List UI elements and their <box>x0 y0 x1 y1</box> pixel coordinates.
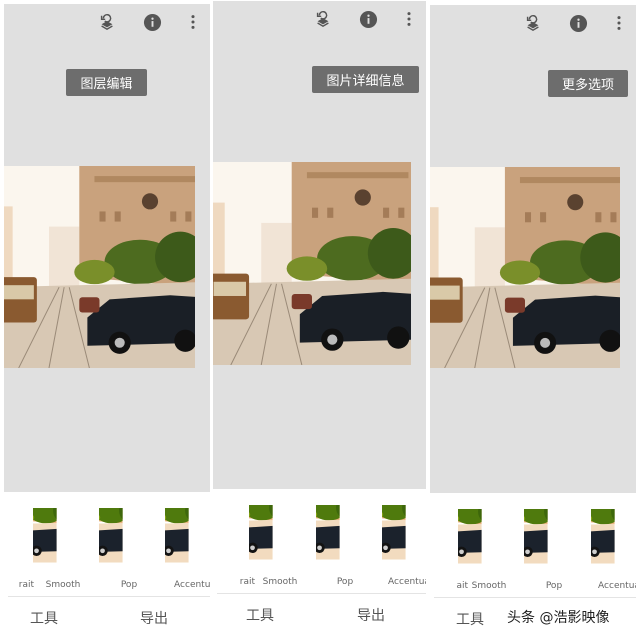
more-vert-icon[interactable] <box>182 11 204 33</box>
filter-thumbnail[interactable] <box>165 508 210 570</box>
edited-photo <box>213 162 411 365</box>
filter-thumbnail[interactable] <box>99 508 158 570</box>
filter-strip[interactable]: raitSmoothPopAccentua <box>213 505 426 595</box>
tooltip: 更多选项 <box>548 70 628 97</box>
filter-strip[interactable]: ait Smooth Pop Accentua <box>430 509 636 599</box>
tools-tab[interactable]: 工具 <box>246 605 274 625</box>
filter-thumbnail[interactable] <box>430 509 461 571</box>
more-vert-icon[interactable] <box>398 8 420 30</box>
filter-thumbnail[interactable] <box>316 505 375 567</box>
layers-undo-icon[interactable] <box>96 11 118 33</box>
divider <box>8 596 210 597</box>
info-icon[interactable] <box>141 11 163 33</box>
tools-tab[interactable]: 工具 <box>456 609 484 629</box>
watermark: 头条 @浩影映像 <box>507 610 610 626</box>
divider <box>434 597 636 598</box>
edited-photo <box>4 166 195 368</box>
filter-label: Pop <box>336 577 354 587</box>
filter-label: Accentua <box>388 577 426 587</box>
info-icon[interactable] <box>357 8 379 30</box>
filter-thumbnail[interactable] <box>4 508 24 570</box>
filter-thumbnail[interactable] <box>33 508 92 570</box>
filter-label: Pop <box>120 580 138 590</box>
layers-undo-icon[interactable] <box>522 12 544 34</box>
tooltip: 图层编辑 <box>66 69 147 96</box>
export-tab[interactable]: 导出 <box>140 608 168 628</box>
tools-tab[interactable]: 工具 <box>30 608 58 628</box>
filter-strip[interactable]: raitSmoothPopAccentua <box>4 508 210 598</box>
filter-label: Smooth <box>471 581 507 591</box>
filter-label: Smooth <box>45 580 81 590</box>
layers-undo-icon[interactable] <box>312 8 334 30</box>
filter-thumbnail[interactable] <box>458 509 517 571</box>
filter-thumbnail[interactable] <box>524 509 583 571</box>
filter-label: Smooth <box>262 577 298 587</box>
filter-label: Accentua <box>174 580 210 590</box>
filter-thumbnail[interactable] <box>249 505 308 567</box>
filter-label: Pop <box>545 581 563 591</box>
phone-screen-3: 更多选项 ait Smooth Pop Accentua 工具 头条 @浩影映像 <box>430 0 636 640</box>
tooltip: 图片详细信息 <box>312 66 419 93</box>
phone-screen-1: 图层编辑raitSmoothPopAccentua工具导出 <box>4 0 210 640</box>
filter-thumbnail[interactable] <box>213 505 242 567</box>
filter-thumbnail[interactable] <box>382 505 426 567</box>
filter-label: Accentua <box>598 581 636 591</box>
divider <box>217 593 426 594</box>
edited-photo <box>430 167 620 368</box>
more-vert-icon[interactable] <box>608 12 630 34</box>
phone-screen-2: 图片详细信息 rait Smooth Pop Accentua 工具 导出 <box>213 0 426 640</box>
info-icon[interactable] <box>567 12 589 34</box>
export-tab[interactable]: 导出 <box>357 605 385 625</box>
filter-thumbnail[interactable] <box>591 509 636 571</box>
